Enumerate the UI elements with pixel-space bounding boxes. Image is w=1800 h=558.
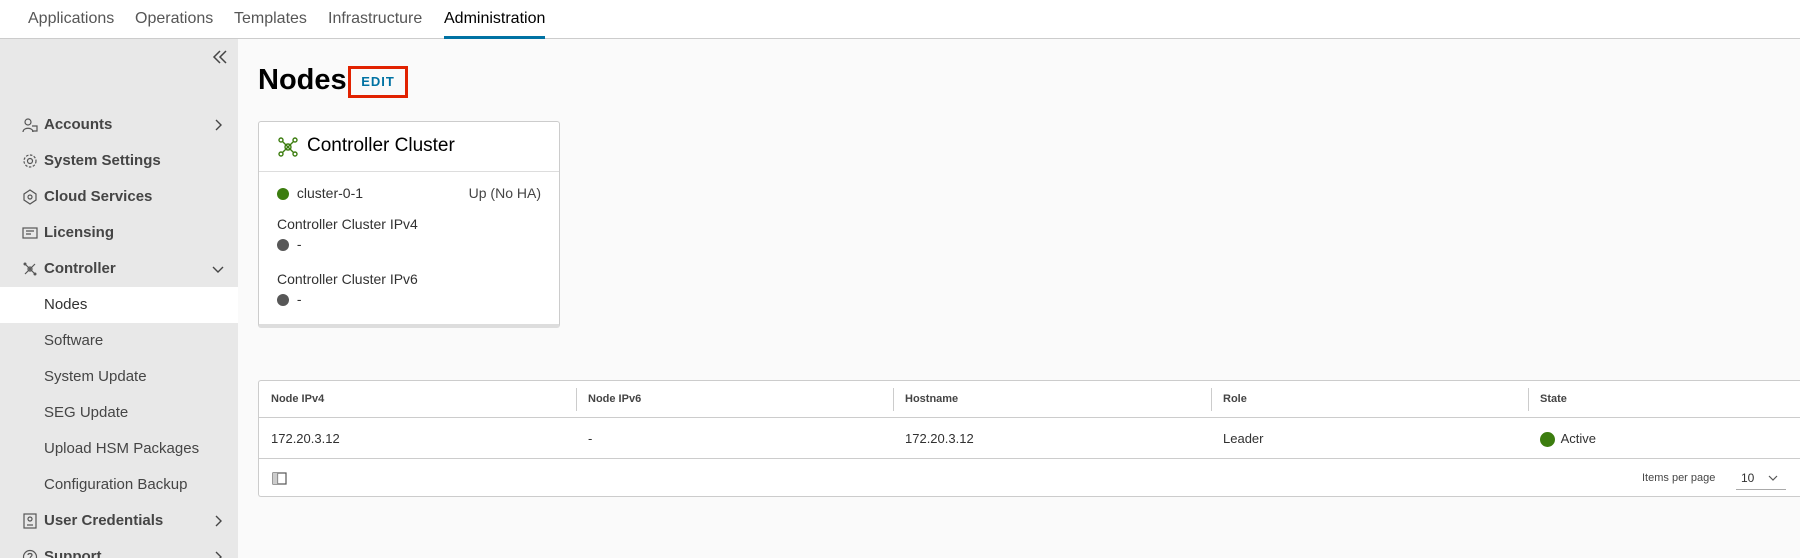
status-active-icon xyxy=(1540,432,1555,448)
sidebar-sub-item-system-update[interactable]: System Update xyxy=(0,359,238,395)
ipv4-value: - xyxy=(296,236,302,252)
column-header-node-ipv4[interactable]: Node IPv4 xyxy=(259,381,324,418)
sidebar-item-label: User Credentials xyxy=(44,512,164,529)
chevron-right-icon xyxy=(215,515,222,527)
page-title: Nodes xyxy=(258,64,347,96)
sidebar-item-label: Support xyxy=(44,548,102,558)
sidebar-item-label: System Settings xyxy=(44,152,161,169)
items-per-page-label: Items per page xyxy=(1642,472,1716,484)
column-header-hostname[interactable]: Hostname xyxy=(893,381,958,418)
column-header-state[interactable]: State xyxy=(1528,381,1567,418)
sidebar-sub-item-upload-hsm-packages[interactable]: Upload HSM Packages xyxy=(0,431,238,467)
collapse-sidebar-button[interactable] xyxy=(210,47,230,67)
column-header-role[interactable]: Role xyxy=(1211,381,1247,418)
top-nav: Applications Operations Templates Infras… xyxy=(0,0,1800,39)
cell-role: Leader xyxy=(1223,431,1264,446)
controller-cluster-card: Controller Cluster cluster-0-1 Up (No HA… xyxy=(258,121,560,328)
sidebar-item-label: Controller xyxy=(44,260,116,277)
ipv6-value-row: - xyxy=(277,291,302,307)
accounts-icon xyxy=(22,118,38,133)
ipv4-value-row: - xyxy=(277,236,302,252)
help-icon xyxy=(22,549,38,558)
licensing-icon xyxy=(22,227,38,239)
sidebar-item-support[interactable]: Support xyxy=(0,539,238,558)
card-header: Controller Cluster xyxy=(259,122,559,172)
table-footer: Items per page 10 xyxy=(259,460,1800,497)
ipv6-label: Controller Cluster IPv6 xyxy=(277,271,418,287)
sidebar-item-licensing[interactable]: Licensing xyxy=(0,215,238,251)
chevron-down-icon xyxy=(1768,475,1778,481)
edit-button[interactable]: EDIT xyxy=(348,66,408,98)
cell-hostname: 172.20.3.12 xyxy=(905,431,974,446)
chevron-right-icon xyxy=(215,551,222,558)
controller-icon xyxy=(23,262,37,276)
sidebar-item-label: Licensing xyxy=(44,224,115,241)
items-per-page-value: 10 xyxy=(1741,471,1755,485)
user-credentials-icon xyxy=(23,513,37,529)
sidebar-item-cloud-services[interactable]: Cloud Services xyxy=(0,179,238,215)
status-up-icon xyxy=(277,188,289,201)
tab-applications[interactable]: Applications xyxy=(28,0,114,39)
sidebar-sub-item-nodes[interactable]: Nodes xyxy=(0,287,238,323)
cell-node-ipv6: - xyxy=(588,431,593,446)
sidebar-item-system-settings[interactable]: System Settings xyxy=(0,143,238,179)
ipv4-label: Controller Cluster IPv4 xyxy=(277,216,418,232)
sidebar-item-label: Cloud Services xyxy=(44,188,153,205)
sidebar-sub-item-configuration-backup[interactable]: Configuration Backup xyxy=(0,467,238,503)
table-row[interactable]: 172.20.3.12 - 172.20.3.12 Leader Active xyxy=(259,419,1800,459)
cell-state: Active xyxy=(1528,419,1596,459)
chevron-down-icon xyxy=(212,266,224,273)
sidebar-item-label: Accounts xyxy=(44,116,113,133)
status-unknown-icon xyxy=(277,239,289,252)
tab-infrastructure[interactable]: Infrastructure xyxy=(328,0,422,39)
sidebar-item-controller[interactable]: Controller xyxy=(0,251,238,287)
nodes-table: Node IPv4 Node IPv6 Hostname Role State … xyxy=(258,380,1800,497)
sidebar-sub-item-software[interactable]: Software xyxy=(0,323,238,359)
sidebar-sub-item-seg-update[interactable]: SEG Update xyxy=(0,395,238,431)
gear-icon xyxy=(23,154,37,168)
controller-cluster-icon xyxy=(278,137,298,157)
status-unknown-icon xyxy=(277,294,289,307)
sidebar: Accounts System Settings Cloud Services … xyxy=(0,39,238,558)
tab-administration[interactable]: Administration xyxy=(444,0,546,39)
state-text: Active xyxy=(1560,431,1597,446)
tab-templates[interactable]: Templates xyxy=(234,0,307,39)
card-title: Controller Cluster xyxy=(307,135,455,156)
table-header: Node IPv4 Node IPv6 Hostname Role State xyxy=(259,381,1800,418)
items-per-page-select[interactable]: 10 xyxy=(1736,468,1786,490)
cluster-node-row: cluster-0-1 xyxy=(277,185,363,201)
column-header-node-ipv6[interactable]: Node IPv6 xyxy=(576,381,641,418)
tab-operations[interactable]: Operations xyxy=(135,0,213,39)
ipv6-value: - xyxy=(296,291,302,307)
column-toggle-icon[interactable] xyxy=(272,471,287,486)
sidebar-item-user-credentials[interactable]: User Credentials xyxy=(0,503,238,539)
sidebar-item-accounts[interactable]: Accounts xyxy=(0,107,238,143)
double-chevron-left-icon xyxy=(212,50,227,64)
chevron-right-icon xyxy=(215,119,222,131)
cluster-node-name: cluster-0-1 xyxy=(296,185,364,201)
cloud-services-icon xyxy=(23,189,37,205)
cluster-node-status: Up (No HA) xyxy=(468,185,541,201)
cell-node-ipv4: 172.20.3.12 xyxy=(271,431,340,446)
